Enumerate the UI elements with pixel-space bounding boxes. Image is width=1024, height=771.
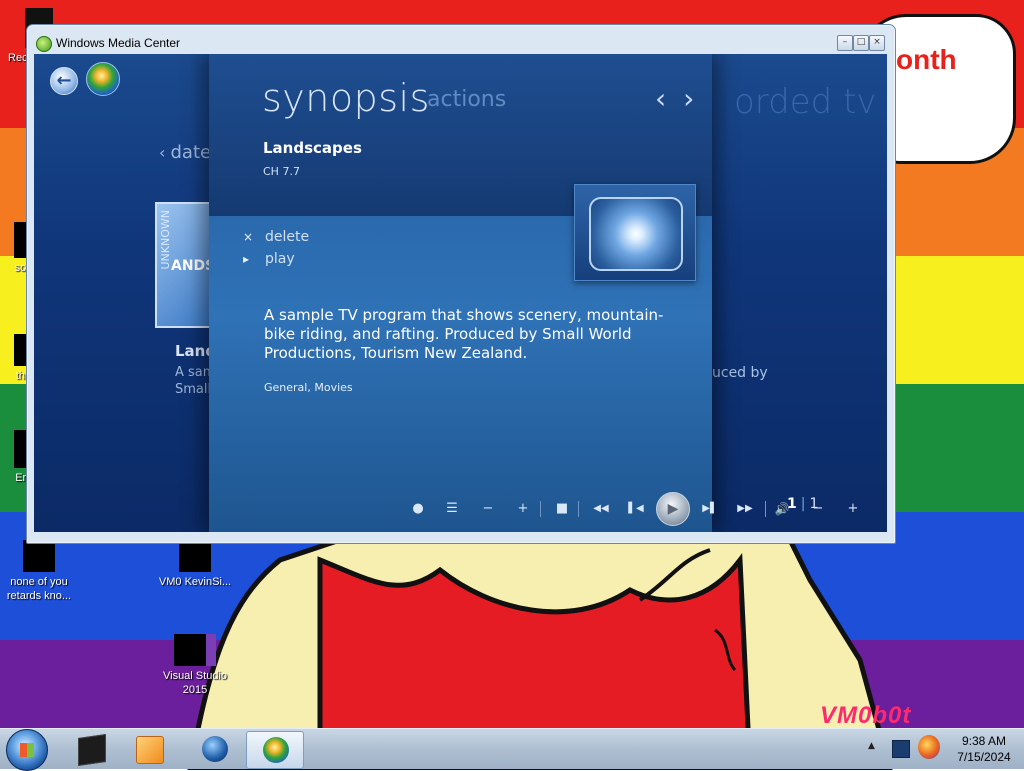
synopsis-panel: synopsis actions ‹ › Landscapes CH 7.7 ×… — [209, 54, 712, 532]
wallpaper-watermark: VM0b0t — [820, 702, 912, 729]
clock[interactable]: 9:38 AM 7/15/2024 — [944, 733, 1024, 765]
play-icon: ▸ — [243, 252, 250, 266]
stop-button[interactable]: ■ — [552, 499, 572, 519]
maximize-button[interactable]: □ — [853, 35, 869, 51]
program-preview — [574, 184, 696, 281]
taskbar-app-media-center[interactable] — [246, 731, 304, 769]
tab-nav-arrows[interactable]: ‹ › — [655, 82, 698, 115]
program-title: Landscapes — [263, 139, 362, 157]
next-button[interactable]: ▶▌ — [698, 499, 722, 519]
action-play[interactable]: ▸ play — [243, 251, 295, 267]
desktop-icon-vm0[interactable]: VM0 KevinSi... — [156, 540, 234, 589]
record-button[interactable]: ● — [408, 499, 428, 519]
chevron-left-icon: ‹ — [159, 143, 171, 162]
media-center-client: orded tv ‹ date UNKNOWN ANDS Land A sam … — [34, 54, 887, 532]
taskbar-app-black-box[interactable] — [62, 731, 118, 767]
system-tray: ▲ 9:38 AM 7/15/2024 — [866, 729, 1024, 769]
tab-synopsis[interactable]: synopsis — [262, 76, 430, 120]
minimize-button[interactable]: – — [837, 35, 853, 51]
rewind-button[interactable]: ◀◀ — [588, 499, 614, 519]
media-player-icon — [136, 736, 164, 764]
start-button[interactable] — [6, 729, 48, 771]
volume-down-button[interactable]: − — [808, 499, 828, 519]
channel-down-button[interactable]: − — [478, 499, 498, 519]
recording-side-text: uced by — [712, 365, 768, 381]
firefox-icon[interactable] — [918, 735, 940, 759]
shortcut-icon — [179, 540, 211, 572]
desktop-icon-label: none of you retards kno... — [6, 576, 72, 602]
guide-button[interactable]: ☰ — [442, 499, 462, 519]
recording-description-line: Small — [175, 382, 212, 397]
close-icon: × — [243, 230, 254, 244]
program-genre: General, Movies — [264, 381, 353, 394]
transport-controls: ● ☰ − + ■ ◀◀ ▌◀ ▶ ▶▌ ▶▶ 🔊 − + — [408, 492, 878, 526]
windows-logo-icon — [20, 743, 34, 757]
mute-button[interactable]: 🔊 — [772, 499, 792, 519]
show-hidden-icons-button[interactable]: ▲ — [868, 741, 875, 751]
sort-date-label: date — [170, 142, 212, 163]
transport-divider — [765, 501, 766, 517]
fast-forward-button[interactable]: ▶▶ — [732, 499, 758, 519]
recorded-tv-title: orded tv — [734, 82, 877, 122]
media-center-icon — [36, 36, 52, 52]
globe-icon — [202, 736, 228, 762]
action-label: play — [265, 251, 295, 267]
black-box-icon — [78, 734, 106, 766]
speech-bubble-text: onth — [896, 44, 957, 75]
transport-divider — [540, 501, 541, 517]
desktop-icon-label: Visual Studio 2015 — [162, 670, 227, 696]
window-title: Windows Media Center — [56, 36, 181, 50]
taskbar: ▲ 9:38 AM 7/15/2024 — [0, 728, 1024, 771]
transport-divider — [578, 501, 579, 517]
tab-actions[interactable]: actions — [427, 87, 506, 112]
action-delete[interactable]: × delete — [243, 229, 309, 245]
desktop-icon-none-of-you[interactable]: none of you retards kno... — [0, 540, 78, 603]
desktop-icon-visual-studio[interactable]: Visual Studio 2015 — [156, 634, 234, 697]
play-pause-button[interactable]: ▶ — [656, 492, 690, 526]
media-center-icon — [263, 737, 289, 763]
media-center-start-button[interactable] — [86, 62, 120, 96]
desktop-icon-label: VM0 KevinSi... — [158, 576, 232, 588]
recording-thumbnail[interactable]: UNKNOWN ANDS — [155, 202, 215, 328]
action-label: delete — [265, 229, 310, 245]
shortcut-icon — [23, 540, 55, 572]
tv-icon — [589, 197, 683, 271]
program-channel: CH 7.7 — [263, 165, 300, 178]
back-arrow-icon: ← — [56, 70, 72, 91]
clock-time: 9:38 AM — [961, 734, 1007, 748]
taskbar-app-globe[interactable] — [186, 731, 242, 767]
close-button[interactable]: × — [869, 35, 885, 51]
network-icon[interactable] — [892, 740, 910, 758]
program-description: A sample TV program that shows scenery, … — [264, 306, 664, 362]
volume-up-button[interactable]: + — [843, 499, 863, 519]
back-button[interactable]: ← — [50, 67, 78, 95]
previous-button[interactable]: ▌◀ — [624, 499, 648, 519]
media-center-window: Windows Media Center – □ × orded tv ‹ da… — [26, 24, 896, 544]
clock-date: 7/15/2024 — [957, 750, 1011, 764]
channel-up-button[interactable]: + — [513, 499, 533, 519]
visual-studio-icon — [174, 634, 216, 666]
sort-by-date[interactable]: ‹ date — [159, 142, 211, 163]
window-titlebar[interactable]: Windows Media Center – □ × — [27, 25, 895, 53]
taskbar-app-media-player[interactable] — [120, 731, 176, 767]
